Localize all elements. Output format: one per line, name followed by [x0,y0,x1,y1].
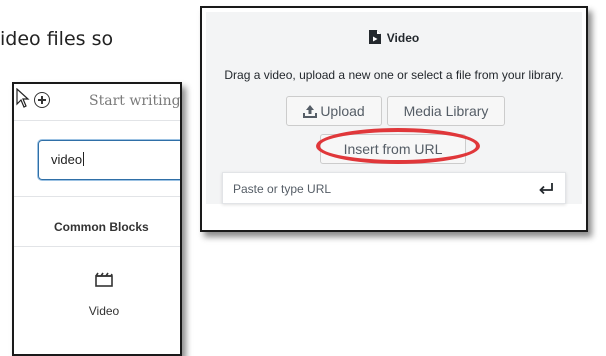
mouse-pointer-icon [16,88,30,108]
upload-label: Upload [320,103,365,119]
media-library-button[interactable]: Media Library [387,96,505,126]
video-block-header: Video [206,30,582,45]
block-search-value: video [51,152,83,167]
block-inserter-panel: Start writing video Common Blocks Video [12,82,182,356]
editor-placeholder[interactable]: Start writing [89,93,180,109]
upload-button[interactable]: Upload [286,96,382,126]
highlight-ellipse [316,128,480,164]
text-caret [83,152,85,166]
divider [14,120,180,121]
video-instructions: Drag a video, upload a new one or select… [224,68,564,82]
video-file-icon [368,30,381,44]
url-input[interactable]: Paste or type URL [222,172,566,204]
url-input-placeholder: Paste or type URL [233,182,332,196]
return-arrow-icon[interactable] [537,179,555,197]
divider [14,354,28,355]
article-text-fragment: ideo files so [0,28,114,50]
add-block-icon[interactable] [34,92,50,108]
block-search-input[interactable]: video [38,140,180,180]
video-block-panel: Video Drag a video, upload a new one or … [200,6,588,232]
video-block-title: Video [386,31,420,45]
upload-icon [303,105,318,118]
video-placeholder: Video Drag a video, upload a new one or … [206,12,582,204]
divider [14,196,180,197]
video-block-label: Video [88,304,120,318]
video-block-item[interactable]: Video [64,266,144,326]
divider [14,246,180,247]
video-block-icon [95,272,113,287]
common-blocks-heading: Common Blocks [54,220,149,234]
